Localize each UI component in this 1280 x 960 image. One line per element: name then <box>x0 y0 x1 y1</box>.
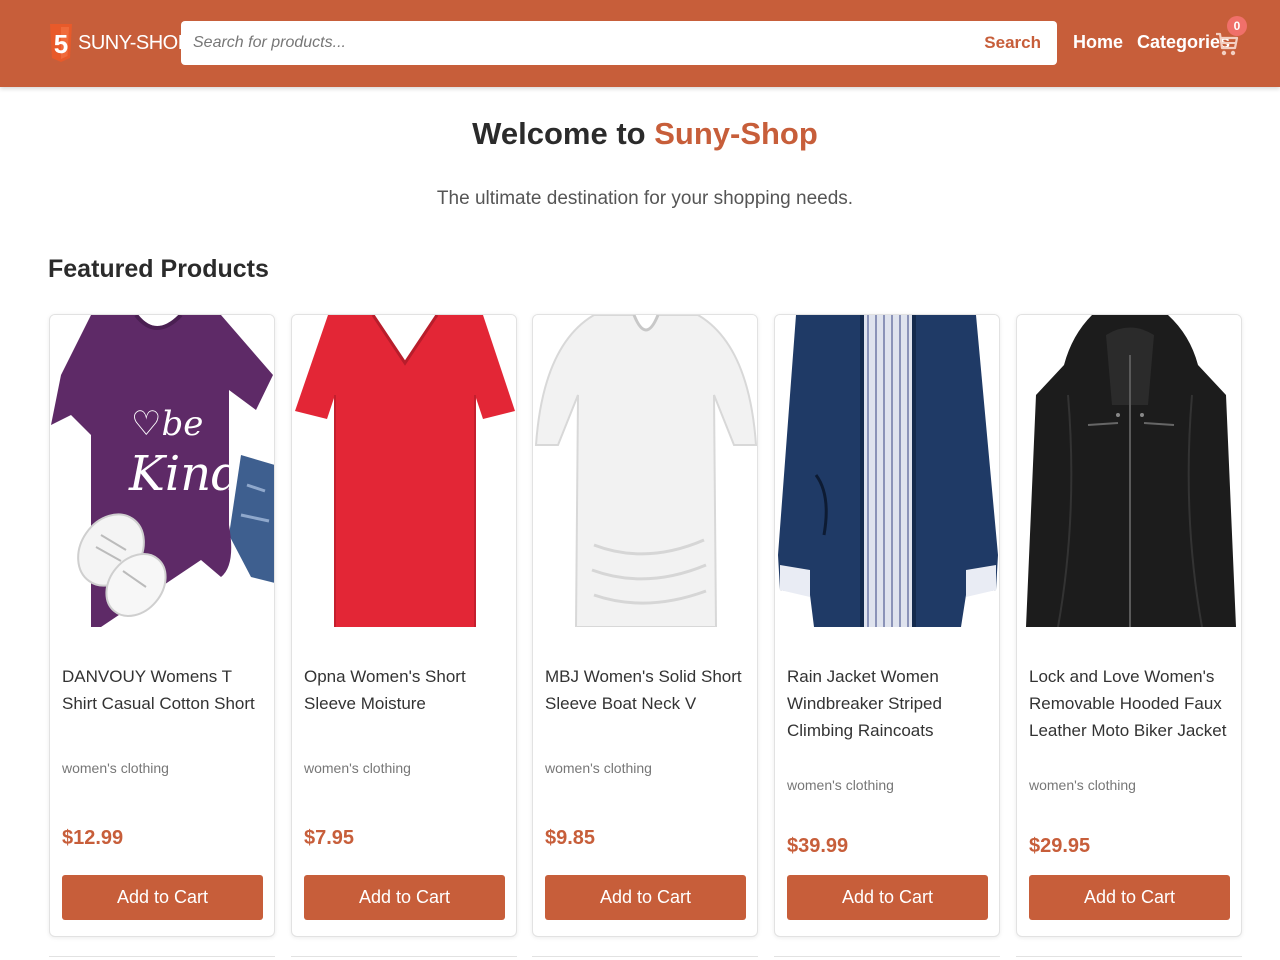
product-image-white-top[interactable] <box>534 315 758 627</box>
add-to-cart-button[interactable]: Add to Cart <box>545 875 746 920</box>
svg-text:Kind: Kind <box>128 446 242 502</box>
next-card-edge <box>1016 956 1242 960</box>
next-card-edge <box>49 956 275 960</box>
product-category: women's clothing <box>787 777 894 793</box>
svg-text:♡be: ♡be <box>131 404 203 444</box>
product-title[interactable]: Rain Jacket Women Windbreaker Striped Cl… <box>787 663 991 744</box>
search-input[interactable] <box>181 21 969 65</box>
search-bar: Search <box>181 21 1057 65</box>
product-title[interactable]: Lock and Love Women's Removable Hooded F… <box>1029 663 1233 744</box>
welcome-heading: Welcome to Suny-Shop <box>0 116 1280 152</box>
product-price: $9.85 <box>545 827 596 849</box>
next-card-edge <box>291 956 517 960</box>
product-category: women's clothing <box>62 760 169 776</box>
product-category: women's clothing <box>304 760 411 776</box>
add-to-cart-button[interactable]: Add to Cart <box>62 875 263 920</box>
product-title[interactable]: MBJ Women's Solid Short Sleeve Boat Neck… <box>545 663 749 717</box>
search-button[interactable]: Search <box>968 33 1057 53</box>
product-title[interactable]: Opna Women's Short Sleeve Moisture <box>304 663 508 717</box>
product-card[interactable]: Lock and Love Women's Removable Hooded F… <box>1016 314 1242 937</box>
product-price: $39.99 <box>787 835 849 857</box>
product-price: $29.95 <box>1029 835 1091 857</box>
html5-logo-icon: 5 <box>50 24 72 62</box>
product-image-purple-tshirt[interactable]: ♡be Kind <box>51 315 275 627</box>
product-price: $12.99 <box>62 827 124 849</box>
add-to-cart-button[interactable]: Add to Cart <box>304 875 505 920</box>
product-price: $7.95 <box>304 827 355 849</box>
cart-count-badge: 0 <box>1227 16 1247 36</box>
product-category: women's clothing <box>1029 777 1136 793</box>
svg-text:5: 5 <box>54 29 68 59</box>
product-category: women's clothing <box>545 760 652 776</box>
welcome-subtitle: The ultimate destination for your shoppi… <box>436 188 854 209</box>
nav-home-link[interactable]: Home <box>1073 32 1123 53</box>
product-card[interactable]: Rain Jacket Women Windbreaker Striped Cl… <box>774 314 1000 937</box>
product-card[interactable]: ♡be Kind DANVOUY Womens T Shirt Casual C… <box>49 314 275 937</box>
featured-products-heading: Featured Products <box>48 255 269 283</box>
product-title[interactable]: DANVOUY Womens T Shirt Casual Cotton Sho… <box>62 663 266 717</box>
main-nav: Home Categories <box>1073 32 1230 53</box>
add-to-cart-button[interactable]: Add to Cart <box>787 875 988 920</box>
product-card[interactable]: Opna Women's Short Sleeve Moisture women… <box>291 314 517 937</box>
logo[interactable]: 5 SUNY-SHOP <box>48 22 191 64</box>
product-card[interactable]: MBJ Women's Solid Short Sleeve Boat Neck… <box>532 314 758 937</box>
top-navbar: 5 SUNY-SHOP Search Home Categories 0 <box>0 0 1280 87</box>
product-image-red-tshirt[interactable] <box>293 315 517 627</box>
product-image-navy-jacket[interactable] <box>776 315 1000 627</box>
product-image-black-jacket[interactable] <box>1018 315 1242 627</box>
next-card-edge <box>774 956 1000 960</box>
logo-text: SUNY-SHOP <box>78 31 191 54</box>
next-card-edge <box>532 956 758 960</box>
add-to-cart-button[interactable]: Add to Cart <box>1029 875 1230 920</box>
welcome-text: Welcome to <box>472 116 646 151</box>
welcome-brand: Suny-Shop <box>654 116 818 151</box>
